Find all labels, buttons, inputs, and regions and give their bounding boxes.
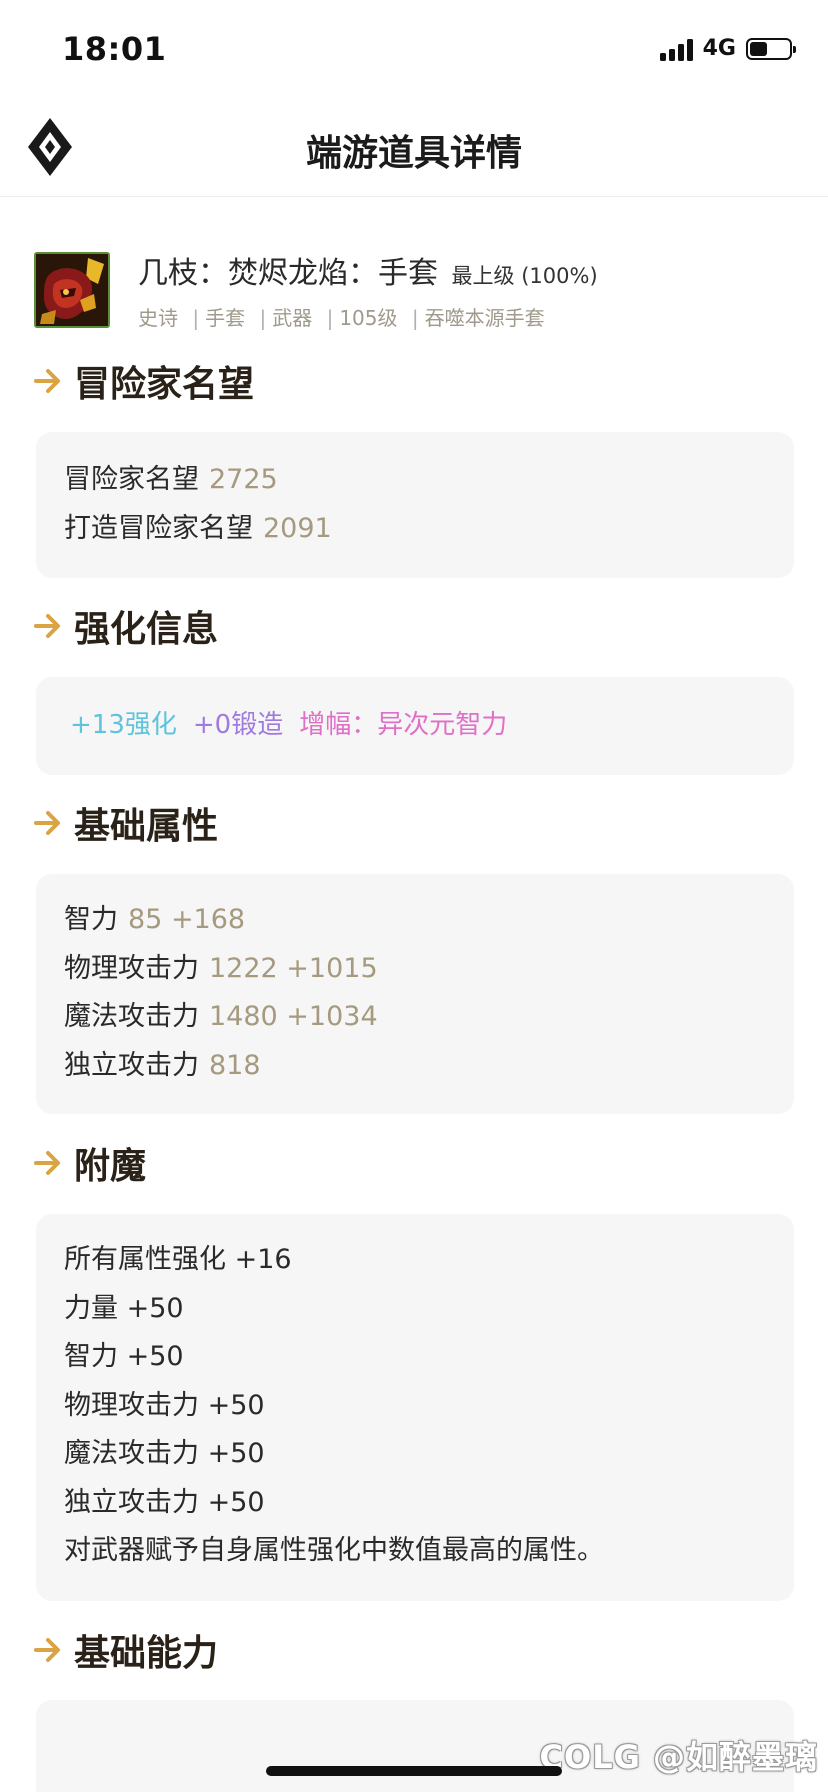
section-enchant-title: 附魔 — [34, 1137, 146, 1189]
network-type: 4G — [702, 36, 736, 61]
section-base-stats-title: 基础属性 — [34, 797, 218, 849]
status-time: 18:01 — [62, 30, 167, 68]
section-base-ability-title: 基础能力 — [34, 1624, 218, 1676]
reinforce-level: +13强化 — [70, 710, 177, 740]
battery-fill — [750, 41, 767, 56]
item-header: 几枝：焚烬龙焰：手套 最上级 (100%) 史诗 | 手套 | 武器 | 105级 |… — [34, 248, 798, 334]
section-reputation-title: 冒险家名望 — [34, 355, 254, 407]
arrow-right-icon — [34, 614, 60, 638]
enchant-row: 魔法攻击力 +50 — [64, 1438, 265, 1469]
gauntlet-icon — [34, 252, 110, 328]
stat-row: 魔法攻击力 1480 +1034 — [64, 1001, 378, 1032]
arrow-right-icon — [34, 811, 60, 835]
base-stats-card: 智力 85 +168 物理攻击力 1222 +1015 魔法攻击力 1480 +103… — [36, 874, 794, 1114]
screen: 18:01 4G 端游道具详情 几枝：焚烬龙焰：手套 最上级 (100%) 史诗… — [0, 0, 828, 1792]
enchant-description: 对武器赋予自身属性强化中数值最高的属性。 — [64, 1535, 604, 1566]
battery-icon — [746, 37, 796, 60]
enhance-card: +13强化 +0锻造 增幅：异次元智力 — [36, 677, 794, 775]
enchant-row: 物理攻击力 +50 — [64, 1389, 265, 1421]
item-tag-type: 武器 — [272, 306, 313, 330]
section-enhance-title: 强化信息 — [34, 600, 218, 652]
stat-row: 独立攻击力 818 — [64, 1049, 261, 1081]
enhance-line: +13强化 +0锻造 增幅：异次元智力 — [64, 701, 766, 749]
item-level: 最上级 (100%) — [451, 264, 598, 288]
item-tags: 史诗 | 手套 | 武器 | 105级 | 吞噬本源手套 — [138, 306, 545, 330]
arrow-right-icon — [34, 1638, 60, 1662]
item-tag-category: 吞噬本源手套 — [424, 306, 545, 330]
item-tag-slot: 手套 — [205, 306, 246, 330]
home-indicator[interactable] — [266, 1766, 562, 1776]
item-name-line: 几枝：焚烬龙焰：手套 最上级 (100%) — [138, 248, 598, 292]
enchant-card: 所有属性强化 +16 力量 +50 智力 +50 物理攻击力 +50 魔法攻击力… — [36, 1214, 794, 1601]
reputation-row: 冒险家名望 2725 — [64, 464, 278, 495]
stat-row: 物理攻击力 1222 +1015 — [64, 952, 378, 984]
enchant-row: 独立攻击力 +50 — [64, 1486, 265, 1518]
enchant-row: 智力 +50 — [64, 1341, 184, 1372]
status-indicators: 4G — [659, 36, 796, 61]
arrow-right-icon — [34, 369, 60, 393]
item-tag-level: 105级 — [339, 306, 398, 330]
item-name: 几枝：焚烬龙焰：手套 — [138, 256, 438, 291]
amplify-info: 增幅：异次元智力 — [299, 710, 508, 740]
enchant-row: 力量 +50 — [64, 1292, 184, 1324]
nav-header: 端游道具详情 — [0, 100, 828, 197]
page-title: 端游道具详情 — [305, 133, 522, 174]
enchant-row: 所有属性强化 +16 — [64, 1244, 292, 1275]
arrow-right-icon — [34, 1151, 60, 1175]
reputation-card: 冒险家名望 2725 打造冒险家名望 2091 — [36, 432, 794, 578]
forge-level: +0锻造 — [192, 710, 284, 740]
signal-icon — [659, 37, 693, 61]
crafted-reputation-row: 打造冒险家名望 2091 — [64, 512, 332, 544]
item-tag-rarity: 史诗 — [138, 306, 178, 330]
status-bar: 18:01 4G — [0, 0, 828, 100]
watermark: COLG @如醉墨璃 — [539, 1738, 818, 1776]
stat-row: 智力 85 +168 — [64, 904, 246, 935]
